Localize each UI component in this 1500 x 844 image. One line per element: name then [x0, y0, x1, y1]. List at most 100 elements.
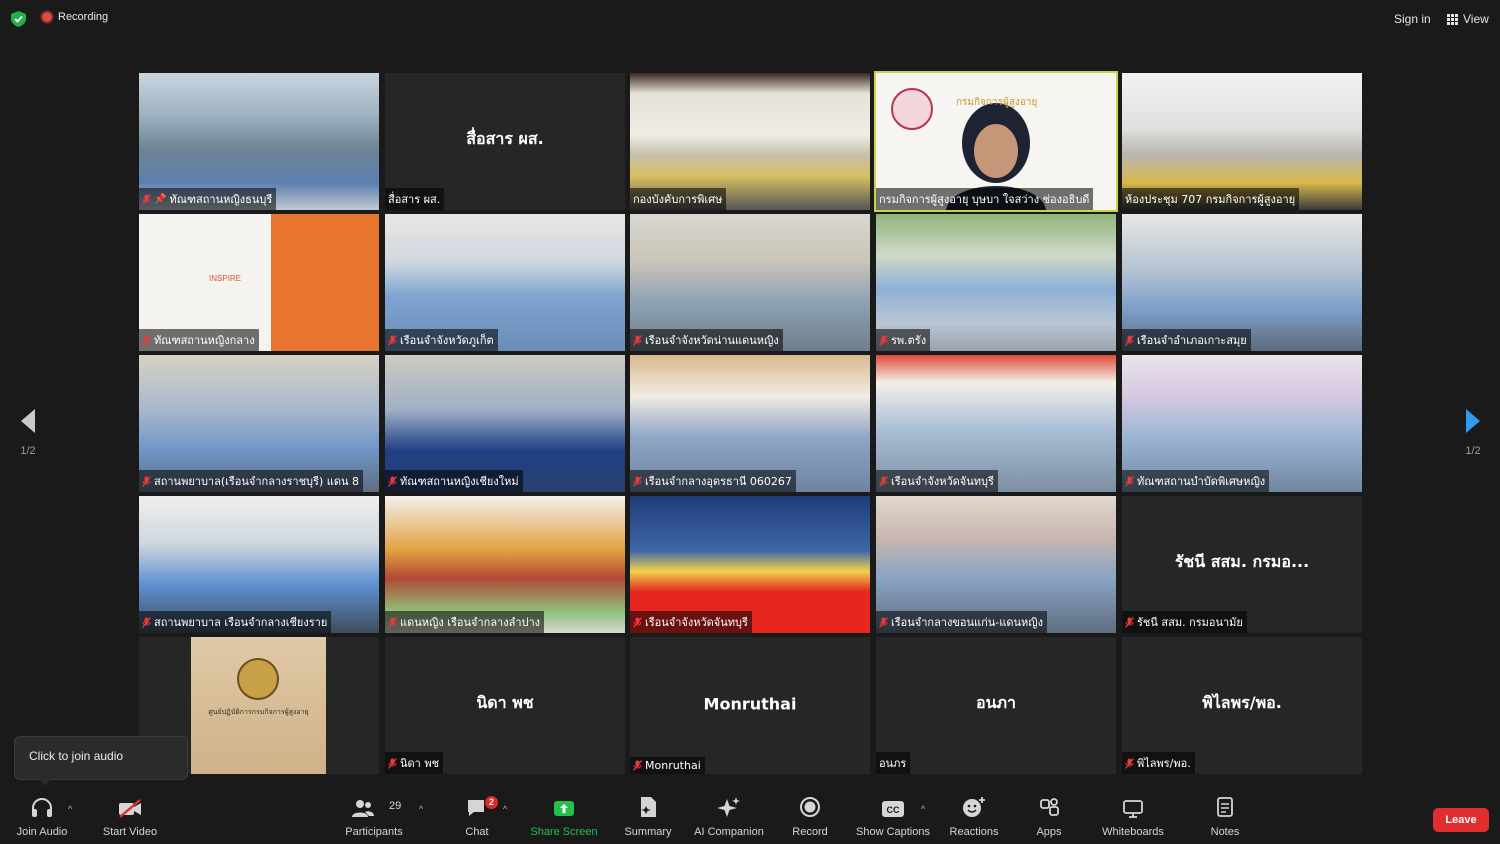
- video-tile[interactable]: สถานพยาบาล(เรือนจำกลางราชบุรี) แดน 8: [139, 355, 379, 492]
- video-tile[interactable]: รัชนี สสม. กรมอ... รัชนี สสม. กรมอนามัย: [1122, 496, 1362, 633]
- participant-name-tag: เรือนจำจังหวัดจันทบุรี: [876, 470, 998, 492]
- participants-icon: [352, 800, 374, 817]
- video-tile[interactable]: เรือนจำจังหวัดน่านแดนหญิง: [630, 214, 870, 351]
- participant-name-label: ทัณฑสถานบำบัดพิเศษหญิง: [1137, 475, 1266, 488]
- video-tile[interactable]: นิดา พช นิดา พช: [385, 637, 625, 774]
- video-tile[interactable]: สถานพยาบาล เรือนจำกลางเชียงราย: [139, 496, 379, 633]
- video-tile[interactable]: สื่อสาร ผส. สื่อสาร ผส.: [385, 73, 625, 210]
- view-label: View: [1463, 12, 1489, 26]
- participant-name-tag: เรือนจำกลางอุดรธานี 060267: [630, 470, 796, 492]
- participant-name-label: ทัณฑสถานหญิงเชียงใหม่: [400, 475, 519, 488]
- video-tile[interactable]: เรือนจำจังหวัดจันทบุรี: [630, 496, 870, 633]
- muted-mic-icon: [633, 760, 642, 771]
- video-tile[interactable]: พิไลพร/พอ. พิไลพร/พอ.: [1122, 637, 1362, 774]
- whiteboards-label: Whiteboards: [1102, 826, 1164, 838]
- join-audio-button[interactable]: Join Audio: [14, 792, 70, 844]
- headphones-icon: [32, 798, 52, 817]
- notes-label: Notes: [1210, 826, 1240, 838]
- participant-name-label: เรือนจำจังหวัดน่านแดนหญิง: [645, 334, 779, 347]
- previous-page-button[interactable]: 1/2: [13, 408, 43, 457]
- reactions-button[interactable]: Reactions: [946, 792, 1002, 844]
- participant-name-label: กองบังคับการพิเศษ: [633, 193, 723, 206]
- participant-name-label: เรือนจำอำเภอเกาะสมุย: [1137, 334, 1247, 347]
- previous-page-indicator: 1/2: [20, 445, 36, 457]
- participant-display-name: อนภา: [975, 692, 1017, 712]
- start-video-button[interactable]: Start Video: [100, 792, 160, 844]
- record-icon: [800, 797, 820, 817]
- video-tile[interactable]: อนภา อนภร: [876, 637, 1116, 774]
- video-tile[interactable]: ห้องประชุม 707 กรมกิจการผู้สูงอายุ: [1122, 73, 1362, 210]
- next-page-button[interactable]: 1/2: [1458, 408, 1488, 457]
- participant-name-tag: สื่อสาร ผส.: [385, 188, 445, 210]
- participant-name-label: ทัณฑสถานหญิงกลาง: [154, 334, 255, 347]
- muted-mic-icon: [633, 616, 642, 628]
- reactions-label: Reactions: [949, 826, 999, 838]
- top-bar: Recording Sign in View: [0, 0, 1500, 38]
- muted-mic-icon: [142, 616, 151, 628]
- participant-name-label: สถานพยาบาล(เรือนจำกลางราชบุรี) แดน 8: [154, 475, 359, 488]
- participant-name-label: เรือนจำจังหวัดภูเก็ต: [400, 334, 494, 347]
- video-tile[interactable]: 📌 ทัณฑสถานหญิงธนบุรี: [139, 73, 379, 210]
- share-screen-button[interactable]: Share Screen: [530, 792, 598, 844]
- participants-count: 29: [389, 800, 402, 812]
- summary-button[interactable]: Summary: [620, 792, 676, 844]
- participant-name-tag: เรือนจำจังหวัดน่านแดนหญิง: [630, 329, 783, 351]
- join-audio-tooltip: Click to join audio: [14, 736, 188, 786]
- video-tile[interactable]: INSPIRE ทัณฑสถานหญิงกลาง: [139, 214, 379, 351]
- apps-label: Apps: [1036, 826, 1062, 838]
- notes-button[interactable]: Notes: [1204, 792, 1246, 844]
- participant-name-label: ทัณฑสถานหญิงธนบุรี: [169, 193, 273, 206]
- tile-banner-text: INSPIRE: [209, 274, 242, 283]
- muted-mic-icon: [142, 193, 151, 205]
- participant-name-label: เรือนจำกลางอุดรธานี 060267: [645, 475, 792, 488]
- view-button[interactable]: View: [1441, 7, 1495, 31]
- muted-mic-icon: [879, 334, 888, 346]
- muted-mic-icon: [142, 334, 151, 346]
- audio-options-caret-icon[interactable]: ^: [68, 804, 72, 814]
- participants-label: Participants: [345, 826, 403, 838]
- whiteboards-button[interactable]: Whiteboards: [1096, 792, 1170, 844]
- muted-mic-icon: [388, 475, 397, 487]
- video-tile[interactable]: เรือนจำกลางอุดรธานี 060267: [630, 355, 870, 492]
- video-tile[interactable]: Monruthai Monruthai: [630, 637, 870, 774]
- participant-name-label: นิดา พช: [400, 757, 440, 770]
- chevron-right-icon: [1466, 409, 1480, 433]
- muted-mic-icon: [879, 475, 888, 487]
- video-tile[interactable]: กองบังคับการพิเศษ: [630, 73, 870, 210]
- participant-name-tag: สถานพยาบาล เรือนจำกลางเชียงราย: [139, 611, 332, 633]
- video-tile[interactable]: เรือนจำจังหวัดภูเก็ต: [385, 214, 625, 351]
- apps-button[interactable]: Apps: [1030, 792, 1068, 844]
- video-tile[interactable]: เรือนจำอำเภอเกาะสมุย: [1122, 214, 1362, 351]
- recording-indicator[interactable]: Recording: [42, 11, 108, 23]
- participants-options-caret-icon[interactable]: ^: [419, 804, 423, 814]
- video-tile[interactable]: เรือนจำจังหวัดจันทบุรี: [876, 355, 1116, 492]
- meeting-toolbar: Join Audio ^ Start Video 29 Participants…: [0, 792, 1500, 844]
- participant-name-tag: แดนหญิง เรือนจำกลางลำปาง: [385, 611, 545, 633]
- muted-mic-icon: [1125, 475, 1134, 487]
- participant-name-label: เรือนจำกลางขอนแก่น-แดนหญิง: [891, 616, 1043, 629]
- tooltip-text: Click to join audio: [29, 749, 124, 763]
- chat-options-caret-icon[interactable]: ^: [503, 804, 507, 814]
- captions-options-caret-icon[interactable]: ^: [921, 804, 925, 814]
- svg-text:CC: CC: [887, 805, 900, 815]
- video-tile[interactable]: รพ.ตรัง: [876, 214, 1116, 351]
- participant-name-label: แดนหญิง เรือนจำกลางลำปาง: [400, 616, 541, 629]
- video-tile[interactable]: กรมกิจการผู้สูงอายุ กรมกิจการผู้สูงอายุ บ…: [874, 71, 1118, 212]
- chat-button[interactable]: 2 Chat: [460, 792, 498, 844]
- participants-button[interactable]: 29 Participants: [343, 792, 405, 844]
- show-captions-button[interactable]: CC Show Captions: [854, 792, 932, 844]
- video-tile[interactable]: ทัณฑสถานหญิงเชียงใหม่: [385, 355, 625, 492]
- sign-in-button[interactable]: Sign in: [1388, 7, 1437, 31]
- video-tile[interactable]: ทัณฑสถานบำบัดพิเศษหญิง: [1122, 355, 1362, 492]
- video-off-icon: [119, 799, 141, 818]
- muted-mic-icon: [388, 757, 397, 769]
- participant-name-tag: ทัณฑสถานบำบัดพิเศษหญิง: [1122, 470, 1270, 492]
- security-shield-icon[interactable]: [11, 11, 26, 27]
- participant-name-label: ห้องประชุม 707 กรมกิจการผู้สูงอายุ: [1125, 193, 1296, 206]
- video-tile[interactable]: แดนหญิง เรือนจำกลางลำปาง: [385, 496, 625, 633]
- video-tile[interactable]: เรือนจำกลางขอนแก่น-แดนหญิง: [876, 496, 1116, 633]
- leave-meeting-button[interactable]: Leave: [1433, 808, 1489, 832]
- ai-companion-button[interactable]: AI Companion: [690, 792, 768, 844]
- record-button[interactable]: Record: [786, 792, 834, 844]
- participant-name-tag: รัชนี สสม. กรมอนามัย: [1122, 611, 1247, 633]
